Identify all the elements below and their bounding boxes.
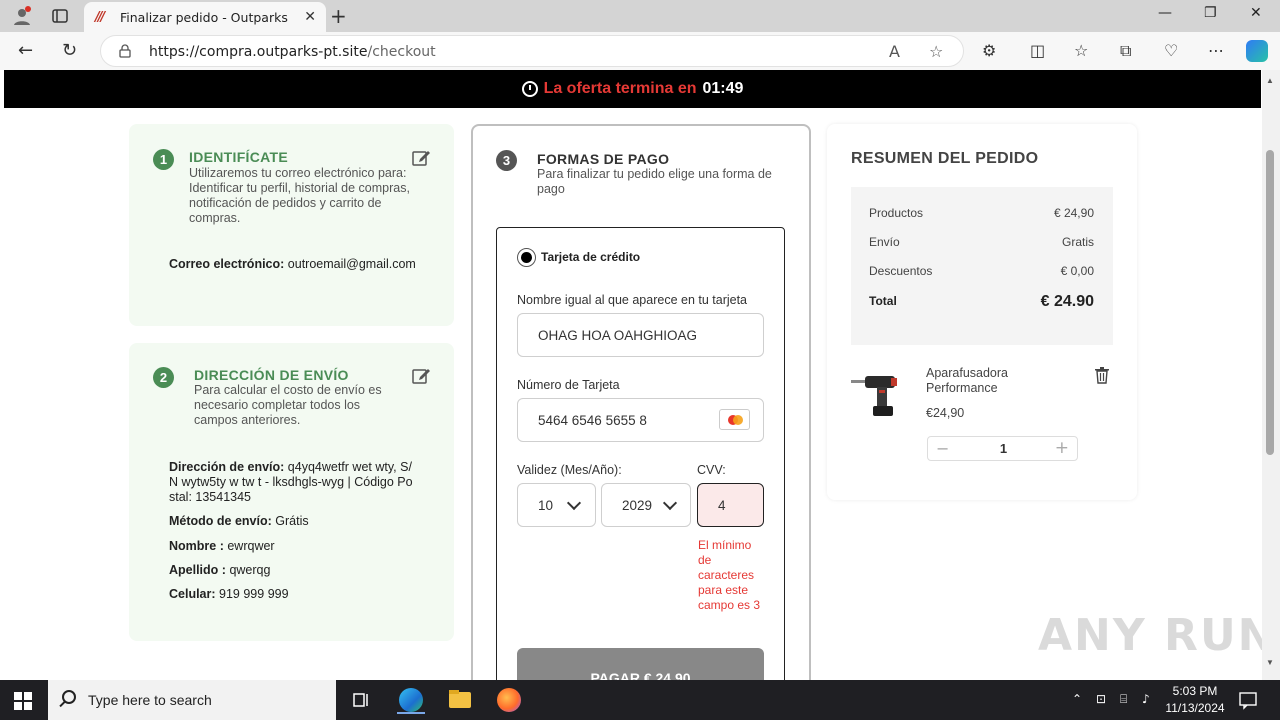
- search-icon: [62, 690, 76, 704]
- edge-taskbar-icon[interactable]: [397, 686, 425, 714]
- cardholder-name-label: Nombre igual al que aparece en tu tarjet…: [517, 293, 748, 307]
- firefox-icon[interactable]: [495, 686, 523, 714]
- tray-chevron-up-icon[interactable]: ⌃: [1072, 692, 1082, 706]
- products-value: € 24,90: [1053, 206, 1094, 220]
- step-1-description: Utilizaremos tu correo electrónico para:…: [189, 166, 410, 225]
- browser-tab-bar: /// Finalizar pedido - Outparks ✕ + — ❐ …: [0, 0, 1280, 32]
- url-text: https://compra.outparks-pt.site/checkout: [149, 44, 436, 60]
- profile-icon[interactable]: [8, 4, 36, 28]
- pay-button[interactable]: PAGAR € 24.90: [517, 648, 764, 680]
- anyrun-watermark: ANY RUN: [1038, 610, 1277, 661]
- favorites-icon[interactable]: ☆: [1074, 41, 1088, 60]
- card-number-label: Número de Tarjeta: [517, 378, 620, 392]
- scroll-down-icon[interactable]: ▼: [1266, 658, 1274, 667]
- year-select[interactable]: 2029: [601, 483, 691, 527]
- file-explorer-icon[interactable]: [446, 686, 474, 714]
- credit-card-radio[interactable]: [517, 248, 536, 267]
- lock-icon: [119, 44, 131, 58]
- step-3-title: FORMAS DE PAGO: [537, 151, 670, 167]
- settings-more-icon[interactable]: ⋯: [1208, 41, 1224, 60]
- step-1-title: IDENTIFÍCATE: [189, 149, 289, 165]
- tab-title: Finalizar pedido - Outparks: [120, 10, 288, 25]
- trash-icon[interactable]: [1094, 366, 1110, 384]
- address-info: Dirección de envío: q4yq4wetfr wet wty, …: [169, 460, 413, 504]
- total-value: € 24.90: [1040, 293, 1094, 310]
- new-tab-icon[interactable]: +: [330, 4, 347, 28]
- name-info: Nombre : ewrqwer: [169, 539, 275, 553]
- step-2-title: DIRECCIÓN DE ENVÍO: [194, 367, 349, 383]
- offer-text: La oferta termina en: [543, 80, 697, 97]
- drill-product-image: [851, 376, 897, 416]
- summary-title: RESUMEN DEL PEDIDO: [851, 150, 1039, 167]
- cvv-input[interactable]: 4: [697, 483, 764, 527]
- page-viewport: La oferta termina en 01:49 1 IDENTIFÍCAT…: [0, 70, 1280, 680]
- browser-toolbar: ← ↻ https://compra.outparks-pt.site/chec…: [0, 32, 1280, 70]
- clock-icon: [521, 81, 538, 97]
- shipping-value: Gratis: [1061, 235, 1094, 249]
- back-icon[interactable]: ←: [18, 40, 33, 61]
- refresh-icon[interactable]: ↻: [62, 40, 77, 61]
- step-2-number: 2: [153, 367, 174, 388]
- email-info: Correo electrónico: outroemail@gmail.com: [169, 257, 416, 271]
- phone-info: Celular: 919 999 999: [169, 587, 289, 601]
- countdown-time: 01:49: [702, 80, 744, 97]
- tab-active[interactable]: /// Finalizar pedido - Outparks ✕: [84, 2, 326, 32]
- copilot-icon[interactable]: [1246, 40, 1268, 62]
- restore-icon[interactable]: ❐: [1204, 5, 1217, 21]
- volume-icon[interactable]: ♪: [1142, 692, 1150, 706]
- taskbar-clock[interactable]: 5:03 PM 11/13/2024: [1160, 683, 1230, 717]
- tab-actions-icon[interactable]: [46, 4, 74, 28]
- step-2-description: Para calcular el costo de envío es neces…: [194, 383, 382, 427]
- scrollbar-thumb[interactable]: [1266, 150, 1274, 455]
- close-tab-icon[interactable]: ✕: [304, 8, 316, 25]
- product-price: €24,90: [926, 406, 965, 420]
- taskbar-time: 5:03 PM: [1172, 684, 1218, 698]
- offer-countdown-banner: La oferta termina en 01:49: [4, 70, 1261, 108]
- collections-icon[interactable]: ⧉: [1120, 41, 1131, 61]
- outparks-favicon-icon: ///: [95, 10, 105, 25]
- shipping-label: Envío: [869, 235, 900, 249]
- notifications-icon[interactable]: [1238, 690, 1258, 710]
- split-screen-icon[interactable]: ◫: [1030, 41, 1045, 60]
- scroll-up-icon[interactable]: ▲: [1266, 76, 1274, 85]
- mastercard-icon: [719, 409, 750, 430]
- discounts-label: Descuentos: [869, 264, 933, 278]
- cvv-label: CVV:: [697, 463, 726, 477]
- credit-card-label: Tarjeta de crédito: [541, 250, 641, 264]
- products-label: Productos: [869, 206, 924, 220]
- step-3-description: Para finalizar tu pedido elige una forma…: [537, 167, 772, 196]
- edit-shipping-icon[interactable]: [412, 367, 430, 385]
- month-select[interactable]: 10: [517, 483, 596, 527]
- taskbar-search-placeholder: Type here to search: [88, 692, 212, 708]
- task-view-icon[interactable]: [347, 686, 375, 714]
- quantity-stepper: − 1 +: [927, 436, 1078, 461]
- validity-label: Validez (Mes/Año):: [517, 463, 622, 477]
- network-icon[interactable]: ⊡: [1096, 692, 1106, 706]
- product-name: Aparafusadora Performance: [926, 366, 1009, 395]
- minimize-icon[interactable]: —: [1158, 5, 1172, 21]
- cvv-error-message: El mínimo de caracteres para este campo …: [698, 538, 761, 612]
- extensions-icon[interactable]: ⚙: [982, 41, 996, 60]
- windows-taskbar: Type here to search ⌃ ⊡ ⌸ ♪ 5:03 PM 11/1…: [0, 680, 1280, 720]
- total-label: Total: [869, 294, 897, 308]
- wifi-icon[interactable]: ⌸: [1120, 692, 1127, 707]
- taskbar-date: 11/13/2024: [1165, 701, 1225, 715]
- step-3-number: 3: [496, 150, 517, 171]
- increase-quantity-button[interactable]: +: [1055, 438, 1069, 458]
- edit-identify-icon[interactable]: [412, 149, 430, 167]
- favorite-star-icon[interactable]: ☆: [929, 42, 943, 61]
- shipping-method-info: Método de envío: Grátis: [169, 514, 309, 528]
- cardholder-name-input[interactable]: OHAG HOA OAHGHIOAG: [517, 313, 764, 357]
- read-aloud-icon[interactable]: A: [889, 42, 900, 61]
- windows-start-icon[interactable]: [14, 692, 32, 710]
- surname-info: Apellido : qwerqg: [169, 563, 271, 577]
- taskbar-search[interactable]: Type here to search: [48, 680, 336, 720]
- step-1-number: 1: [153, 149, 174, 170]
- browser-essentials-icon[interactable]: ♡: [1164, 41, 1178, 60]
- discounts-value: € 0,00: [1060, 264, 1094, 278]
- address-bar[interactable]: https://compra.outparks-pt.site/checkout…: [100, 35, 964, 67]
- close-window-icon[interactable]: ✕: [1250, 5, 1262, 21]
